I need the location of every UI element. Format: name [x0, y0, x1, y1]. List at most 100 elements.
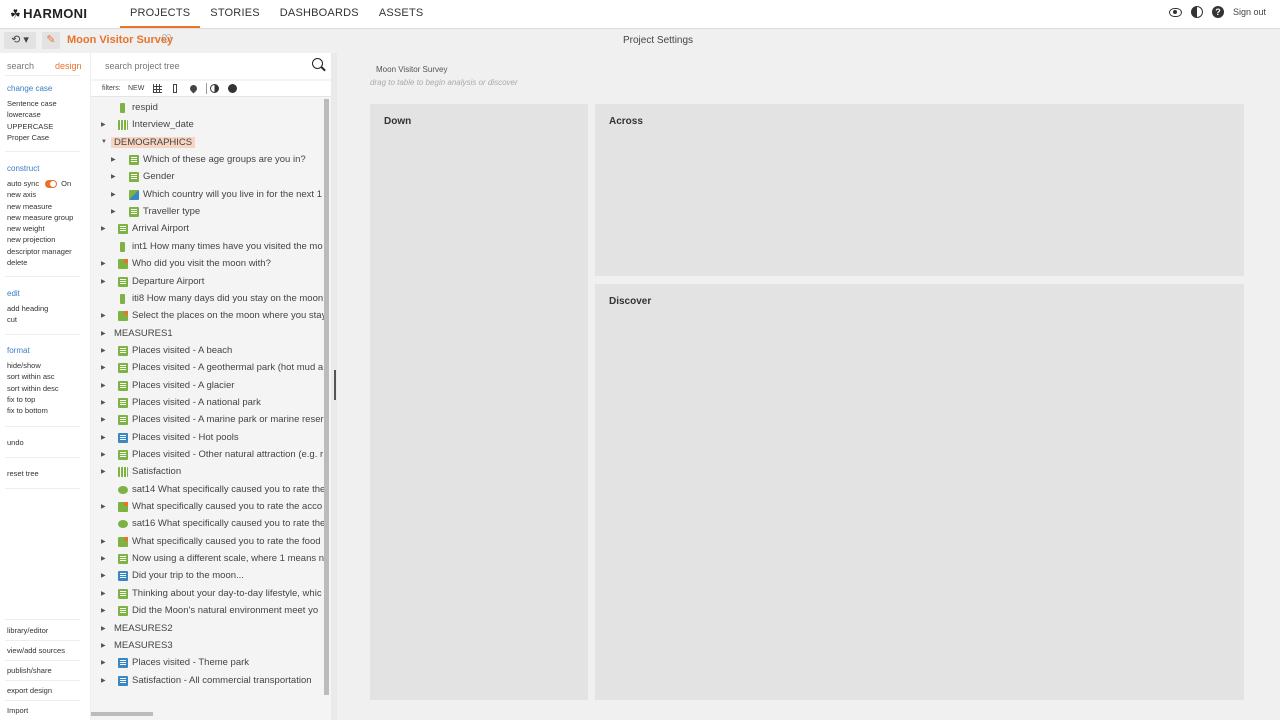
caret-right-icon[interactable]: ▶ [101, 347, 106, 354]
sentence-case-action[interactable]: Sentence case [7, 98, 57, 109]
caret-right-icon[interactable]: ▶ [101, 625, 106, 632]
tree-row[interactable]: ▶ Places visited - A marine park or marin… [91, 412, 326, 429]
caret-right-icon[interactable]: ▶ [101, 642, 106, 649]
tree-row[interactable]: int1 How many times have you visited the… [91, 239, 326, 256]
filter-location-icon[interactable] [188, 83, 199, 94]
import-link[interactable]: Import [7, 706, 28, 715]
tree-row[interactable]: ▶ Which country will you live in for the … [91, 187, 326, 204]
caret-right-icon[interactable]: ▶ [101, 572, 106, 579]
caret-right-icon[interactable]: ▶ [101, 468, 106, 475]
tree-row[interactable]: ▶ Arrival Airport [91, 221, 326, 238]
cut-action[interactable]: cut [7, 314, 48, 325]
tab-search[interactable]: search [7, 61, 34, 71]
help-icon[interactable]: ? [1211, 6, 1224, 18]
tree-row[interactable]: ▼ DEMOGRAPHICS [91, 135, 326, 152]
caret-right-icon[interactable]: ▶ [101, 677, 106, 684]
nav-projects[interactable]: PROJECTS [120, 0, 201, 28]
tree-row[interactable]: ▶ Now using a different scale, where 1 me… [91, 551, 326, 568]
caret-right-icon[interactable]: ▶ [101, 590, 106, 597]
tree-search-input[interactable] [105, 61, 305, 71]
tree-row[interactable]: ▶ Places visited - A geothermal park (hot… [91, 360, 326, 377]
tree-row[interactable]: ▶ Places visited - A national park [91, 395, 326, 412]
tree-row[interactable]: ▶ Select the places on the moon where you… [91, 308, 326, 325]
tree-row[interactable]: ▶ What specifically caused you to rate th… [91, 534, 326, 551]
caret-right-icon[interactable]: ▶ [111, 173, 116, 180]
lowercase-action[interactable]: lowercase [7, 109, 57, 120]
discover-dropzone[interactable]: Discover [595, 284, 1244, 700]
sign-out-link[interactable]: Sign out [1233, 7, 1266, 17]
filter-numeric-icon[interactable] [173, 84, 177, 93]
tab-design[interactable]: design [55, 61, 82, 71]
tree-vertical-scrollbar[interactable] [324, 99, 329, 695]
tree-row[interactable]: ▶ Departure Airport [91, 274, 326, 291]
caret-right-icon[interactable]: ▶ [101, 278, 106, 285]
favorite-heart-icon[interactable]: ♡ [161, 32, 172, 46]
tree-horizontal-scrollbar[interactable] [91, 712, 153, 716]
tree-row[interactable]: ▶ Did the Moon's natural environment meet… [91, 603, 326, 620]
delete-action[interactable]: delete [7, 257, 73, 268]
contrast-icon[interactable] [1190, 6, 1203, 18]
sort-asc-action[interactable]: sort within asc [7, 371, 59, 382]
caret-down-icon[interactable]: ▼ [101, 139, 107, 145]
new-weight-action[interactable]: new weight [7, 223, 73, 234]
filter-half-circle-icon[interactable] [210, 84, 219, 93]
caret-right-icon[interactable]: ▶ [101, 416, 106, 423]
tree-row[interactable]: ▶ Who did you visit the moon with? [91, 256, 326, 273]
caret-right-icon[interactable]: ▶ [101, 538, 106, 545]
publish-share-link[interactable]: publish/share [7, 666, 52, 675]
view-add-sources-link[interactable]: view/add sources [7, 646, 65, 655]
caret-right-icon[interactable]: ▶ [101, 330, 106, 337]
fix-top-action[interactable]: fix to top [7, 394, 59, 405]
tree-row[interactable]: iti8 How many days did you stay on the m… [91, 291, 326, 308]
sort-desc-action[interactable]: sort within desc [7, 383, 59, 394]
tree-row[interactable]: ▶ Thinking about your day-to-day lifestyl… [91, 586, 326, 603]
caret-right-icon[interactable]: ▶ [111, 208, 116, 215]
caret-right-icon[interactable]: ▶ [101, 434, 106, 441]
caret-right-icon[interactable]: ▶ [111, 191, 116, 198]
search-icon[interactable] [312, 58, 323, 69]
descriptor-manager-action[interactable]: descriptor manager [7, 246, 73, 257]
tree-row[interactable]: ▶ Places visited - A beach [91, 343, 326, 360]
tree-row[interactable]: ▶ Interview_date [91, 117, 326, 134]
caret-right-icon[interactable]: ▶ [101, 260, 106, 267]
proper-case-action[interactable]: Proper Case [7, 132, 57, 143]
tree-row[interactable]: ▶ What specifically caused you to rate th… [91, 499, 326, 516]
across-dropzone[interactable]: Across [595, 104, 1244, 276]
tree-row[interactable]: ▶ Which of these age groups are you in? [91, 152, 326, 169]
tree-row[interactable]: sat16 What specifically caused you to ra… [91, 516, 326, 533]
tree-row[interactable]: ▶ Gender [91, 169, 326, 186]
caret-right-icon[interactable]: ▶ [111, 156, 116, 163]
caret-right-icon[interactable]: ▶ [101, 659, 106, 666]
caret-right-icon[interactable]: ▶ [101, 312, 106, 319]
tree-row[interactable]: ▶ MEASURES3 [91, 638, 326, 655]
nav-dashboards[interactable]: DASHBOARDS [270, 0, 369, 28]
new-axis-action[interactable]: new axis [7, 189, 73, 200]
tree-row[interactable]: ▶ Places visited - Theme park [91, 655, 326, 672]
caret-right-icon[interactable]: ▶ [101, 225, 106, 232]
tree-row[interactable]: ▶ Did your trip to the moon... [91, 568, 326, 585]
tree-row[interactable]: respid [91, 100, 326, 117]
filter-new[interactable]: NEW [128, 85, 144, 92]
nav-stories[interactable]: STORIES [200, 0, 270, 28]
caret-right-icon[interactable]: ▶ [101, 451, 106, 458]
auto-sync-toggle[interactable] [45, 180, 58, 189]
caret-right-icon[interactable]: ▶ [101, 503, 106, 510]
filter-full-circle-icon[interactable] [228, 84, 237, 93]
new-measure-action[interactable]: new measure [7, 201, 73, 212]
tree-row[interactable]: ▶ MEASURES2 [91, 621, 326, 638]
add-heading-action[interactable]: add heading [7, 303, 48, 314]
edit-title-button[interactable]: ✎ [42, 32, 60, 49]
tree-row[interactable]: ▶ Satisfaction - All commercial transport… [91, 673, 326, 690]
history-button[interactable]: ⟲ ▾ [4, 32, 36, 49]
down-dropzone[interactable]: Down [370, 104, 588, 700]
new-measure-group-action[interactable]: new measure group [7, 212, 73, 223]
library-editor-link[interactable]: library/editor [7, 626, 48, 635]
tree-row[interactable]: ▶ Places visited - Other natural attracti… [91, 447, 326, 464]
project-title[interactable]: Moon Visitor Survey [67, 34, 173, 46]
fix-bottom-action[interactable]: fix to bottom [7, 405, 59, 416]
export-design-link[interactable]: export design [7, 686, 52, 695]
nav-assets[interactable]: ASSETS [369, 0, 434, 28]
reset-tree-action[interactable]: reset tree [7, 469, 39, 478]
caret-right-icon[interactable]: ▶ [101, 607, 106, 614]
tree-row[interactable]: ▶ MEASURES1 [91, 326, 326, 343]
